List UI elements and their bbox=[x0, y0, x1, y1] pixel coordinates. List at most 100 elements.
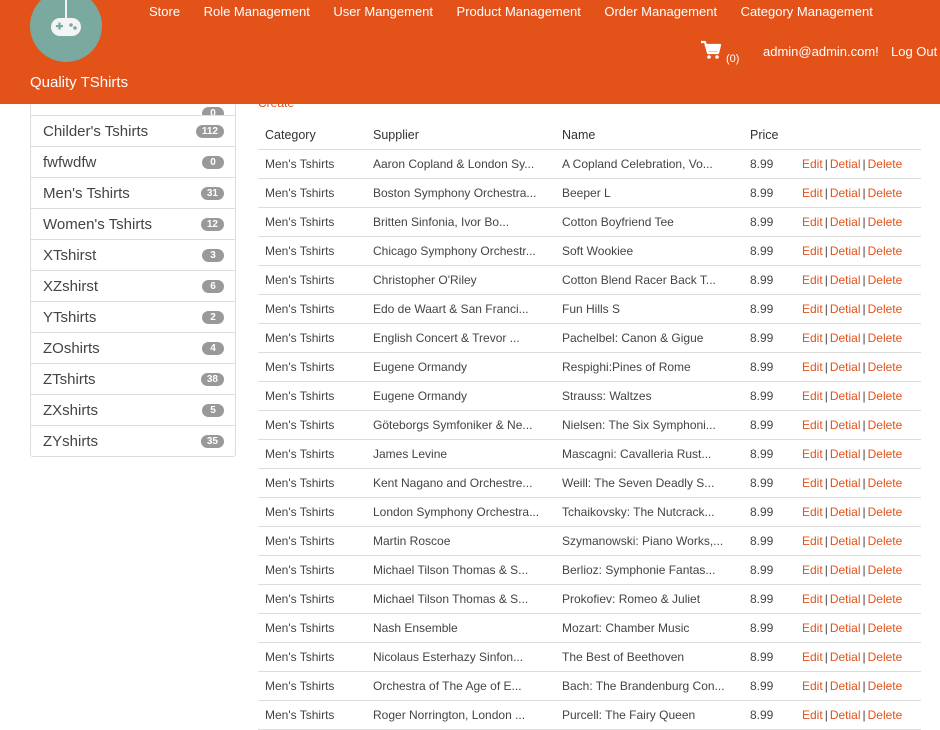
category-item-mens-tshirts[interactable]: Men's Tshirts 31 bbox=[31, 177, 235, 208]
cell-supplier: Eugene Ormandy bbox=[366, 381, 555, 411]
edit-link[interactable]: Edit bbox=[802, 592, 823, 606]
edit-link[interactable]: Edit bbox=[802, 360, 823, 374]
detail-link[interactable]: Detial bbox=[830, 447, 861, 461]
edit-link[interactable]: Edit bbox=[802, 244, 823, 258]
category-item-xzshirst[interactable]: XZshirst 6 bbox=[31, 270, 235, 301]
column-header-actions bbox=[795, 121, 921, 150]
edit-link[interactable]: Edit bbox=[802, 186, 823, 200]
detail-link[interactable]: Detial bbox=[830, 273, 861, 287]
nav-category-management[interactable]: Category Management bbox=[741, 4, 873, 19]
category-item-ytshirts[interactable]: YTshirts 2 bbox=[31, 301, 235, 332]
logout-link[interactable]: Log Out bbox=[891, 44, 937, 59]
cell-supplier: Göteborgs Symfoniker & Ne... bbox=[366, 410, 555, 440]
category-item-fwfwdfw[interactable]: fwfwdfw 0 bbox=[31, 146, 235, 177]
category-count-badge: 12 bbox=[200, 217, 224, 231]
nav-store[interactable]: Store bbox=[149, 4, 180, 19]
edit-link[interactable]: Edit bbox=[802, 157, 823, 171]
delete-link[interactable]: Delete bbox=[868, 447, 903, 461]
table-row: Men's Tshirts Eugene Ormandy Respighi:Pine… bbox=[258, 352, 921, 382]
cart-count: (0) bbox=[726, 53, 740, 65]
detail-link[interactable]: Detial bbox=[830, 389, 861, 403]
category-item-ztshirts[interactable]: ZTshirts 38 bbox=[31, 363, 235, 394]
edit-link[interactable]: Edit bbox=[802, 447, 823, 461]
gamepad-icon[interactable] bbox=[30, 0, 102, 62]
edit-link[interactable]: Edit bbox=[802, 621, 823, 635]
edit-link[interactable]: Edit bbox=[802, 331, 823, 345]
cell-price: 8.99 bbox=[743, 613, 795, 643]
edit-link[interactable]: Edit bbox=[802, 534, 823, 548]
delete-link[interactable]: Delete bbox=[868, 592, 903, 606]
table-row: Men's Tshirts James Levine Mascagni: Caval… bbox=[258, 439, 921, 469]
delete-link[interactable]: Delete bbox=[868, 215, 903, 229]
detail-link[interactable]: Detial bbox=[830, 534, 861, 548]
detail-link[interactable]: Detial bbox=[830, 244, 861, 258]
edit-link[interactable]: Edit bbox=[802, 418, 823, 432]
delete-link[interactable]: Delete bbox=[868, 621, 903, 635]
delete-link[interactable]: Delete bbox=[868, 650, 903, 664]
detail-link[interactable]: Detial bbox=[830, 186, 861, 200]
table-row: Men's Tshirts Michael Tilson Thomas & S..… bbox=[258, 555, 921, 585]
delete-link[interactable]: Delete bbox=[868, 534, 903, 548]
delete-link[interactable]: Delete bbox=[868, 418, 903, 432]
edit-link[interactable]: Edit bbox=[802, 476, 823, 490]
delete-link[interactable]: Delete bbox=[868, 563, 903, 577]
delete-link[interactable]: Delete bbox=[868, 273, 903, 287]
action-separator: | bbox=[824, 389, 828, 403]
delete-link[interactable]: Delete bbox=[868, 389, 903, 403]
detail-link[interactable]: Detial bbox=[830, 476, 861, 490]
edit-link[interactable]: Edit bbox=[802, 215, 823, 229]
nav-product-management[interactable]: Product Management bbox=[457, 4, 581, 19]
detail-link[interactable]: Detial bbox=[830, 418, 861, 432]
detail-link[interactable]: Detial bbox=[830, 302, 861, 316]
delete-link[interactable]: Delete bbox=[868, 679, 903, 693]
category-item-zxshirts[interactable]: ZXshirts 5 bbox=[31, 394, 235, 425]
delete-link[interactable]: Delete bbox=[868, 302, 903, 316]
delete-link[interactable]: Delete bbox=[868, 244, 903, 258]
category-item-womens-tshirts[interactable]: Women's Tshirts 12 bbox=[31, 208, 235, 239]
category-item-zyshirts[interactable]: ZYshirts 35 bbox=[31, 425, 235, 456]
edit-link[interactable]: Edit bbox=[802, 505, 823, 519]
detail-link[interactable]: Detial bbox=[830, 360, 861, 374]
detail-link[interactable]: Detial bbox=[830, 679, 861, 693]
delete-link[interactable]: Delete bbox=[868, 331, 903, 345]
category-item-childers-tshirts[interactable]: Childer's Tshirts 112 bbox=[31, 115, 235, 146]
row-actions: Edit | Detial | Delete bbox=[795, 468, 921, 498]
nav-role-management[interactable]: Role Management bbox=[204, 4, 310, 19]
edit-link[interactable]: Edit bbox=[802, 679, 823, 693]
nav-user-management[interactable]: User Mangement bbox=[333, 4, 433, 19]
delete-link[interactable]: Delete bbox=[868, 505, 903, 519]
detail-link[interactable]: Detial bbox=[830, 505, 861, 519]
detail-link[interactable]: Detial bbox=[830, 621, 861, 635]
detail-link[interactable]: Detial bbox=[830, 563, 861, 577]
category-item-zoshirts[interactable]: ZOshirts 4 bbox=[31, 332, 235, 363]
cell-name: Purcell: The Fairy Queen bbox=[555, 700, 743, 730]
edit-link[interactable]: Edit bbox=[802, 302, 823, 316]
edit-link[interactable]: Edit bbox=[802, 389, 823, 403]
detail-link[interactable]: Detial bbox=[830, 592, 861, 606]
cart-link[interactable]: (0) bbox=[700, 40, 739, 65]
edit-link[interactable]: Edit bbox=[802, 650, 823, 664]
detail-link[interactable]: Detial bbox=[830, 708, 861, 722]
delete-link[interactable]: Delete bbox=[868, 360, 903, 374]
cell-price: 8.99 bbox=[743, 294, 795, 324]
category-item-xtshirst[interactable]: XTshirst 3 bbox=[31, 239, 235, 270]
detail-link[interactable]: Detial bbox=[830, 331, 861, 345]
edit-link[interactable]: Edit bbox=[802, 708, 823, 722]
detail-link[interactable]: Detial bbox=[830, 157, 861, 171]
delete-link[interactable]: Delete bbox=[868, 157, 903, 171]
edit-link[interactable]: Edit bbox=[802, 563, 823, 577]
row-actions: Edit | Detial | Delete bbox=[795, 207, 921, 237]
category-item[interactable]: 0 bbox=[31, 104, 235, 115]
brand-title[interactable]: Quality TShirts bbox=[30, 74, 128, 91]
delete-link[interactable]: Delete bbox=[868, 708, 903, 722]
cell-price: 8.99 bbox=[743, 671, 795, 701]
delete-link[interactable]: Delete bbox=[868, 476, 903, 490]
detail-link[interactable]: Detial bbox=[830, 650, 861, 664]
edit-link[interactable]: Edit bbox=[802, 273, 823, 287]
cell-supplier: London Symphony Orchestra... bbox=[366, 497, 555, 527]
delete-link[interactable]: Delete bbox=[868, 186, 903, 200]
row-actions: Edit | Detial | Delete bbox=[795, 410, 921, 440]
nav-order-management[interactable]: Order Management bbox=[604, 4, 717, 19]
detail-link[interactable]: Detial bbox=[830, 215, 861, 229]
user-email-link[interactable]: admin@admin.com! bbox=[763, 44, 879, 59]
